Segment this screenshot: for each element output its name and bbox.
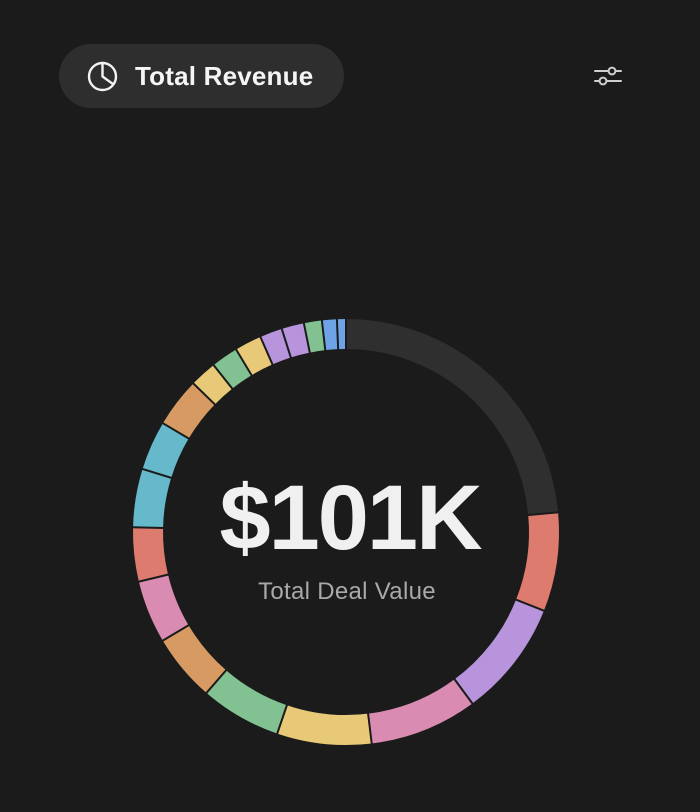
donut-slice-12[interactable]	[193, 365, 233, 405]
donut-chart-svg	[132, 318, 560, 745]
center-total-value: $101K	[219, 467, 482, 569]
donut-slice-14[interactable]	[236, 336, 273, 376]
donut-slice-5[interactable]	[206, 670, 288, 734]
donut-slice-15[interactable]	[260, 328, 291, 365]
center-total-label: Total Deal Value	[258, 578, 436, 605]
donut-slice-16[interactable]	[281, 323, 310, 358]
slice-separator-19	[335, 318, 340, 351]
donut-slice-13[interactable]	[213, 349, 252, 389]
donut-slice-3[interactable]	[367, 679, 473, 744]
donut-chart: $101K Total Deal Value	[0, 0, 700, 812]
donut-slice-17[interactable]	[303, 320, 326, 353]
donut-slice-11[interactable]	[162, 383, 216, 439]
donut-slice-2[interactable]	[454, 599, 544, 704]
donut-slice-4[interactable]	[277, 705, 372, 745]
donut-slice-18[interactable]	[321, 319, 339, 351]
donut-slice-6[interactable]	[162, 625, 227, 693]
